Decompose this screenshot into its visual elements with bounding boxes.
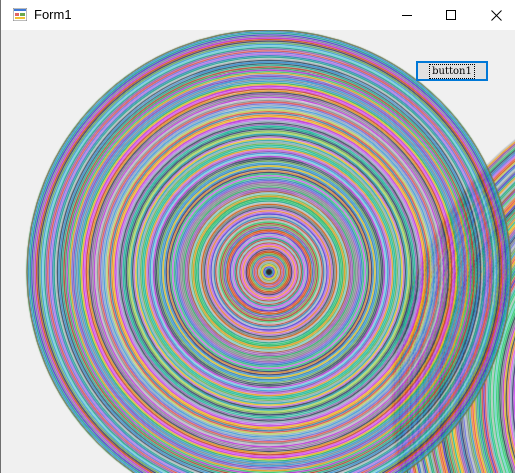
button1-label: button1 [429, 63, 475, 79]
form1-window: Form1 button1 [0, 0, 515, 473]
form-client-area: button1 [1, 30, 515, 473]
window-title: Form1 [34, 7, 72, 22]
title-bar[interactable]: Form1 [1, 0, 515, 30]
minimize-button[interactable] [384, 0, 430, 30]
maximize-button[interactable] [428, 0, 474, 30]
button1[interactable]: button1 [416, 61, 488, 81]
concentric-circles-canvas [1, 30, 515, 473]
app-icon [13, 8, 27, 21]
close-icon [490, 9, 502, 21]
minimize-icon [402, 15, 412, 16]
maximize-icon [446, 10, 456, 20]
close-button[interactable] [473, 0, 515, 30]
